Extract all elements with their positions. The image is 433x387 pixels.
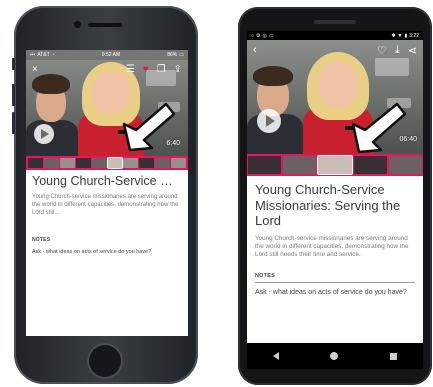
video-duration: 06:40 <box>399 136 417 143</box>
list-icon[interactable]: ☰ <box>126 64 135 75</box>
filmstrip-frame[interactable] <box>28 158 43 168</box>
android-screen: ○ ⚙ ◎ ▭ ✱ ▼ ▮ 3:22 ‹ ♡ ⤓ ⋖ 06:40 Young C… <box>247 31 423 369</box>
notification-icon: ⚙ <box>256 32 261 39</box>
note-text[interactable]: Ask - what ideas on acts of service do y… <box>255 288 415 297</box>
status-time: 9:52 AM <box>101 52 121 58</box>
pointer-arrow <box>351 102 407 154</box>
download-icon[interactable]: ⤓ <box>395 44 400 57</box>
android-video-toolbar: ‹ ♡ ⤓ ⋖ <box>247 42 423 58</box>
status-time: 3:22 <box>409 32 419 39</box>
earpiece-speaker <box>88 23 122 27</box>
home-button[interactable] <box>87 343 123 379</box>
copy-icon[interactable]: ❐ <box>157 64 166 75</box>
notes-heading: NOTES <box>32 237 51 244</box>
ios-video-details: Young Church-Service Missi... Young Chur… <box>26 174 188 257</box>
video-title: Young Church-Service Missi... <box>32 174 182 188</box>
android-filmstrip[interactable] <box>247 154 423 176</box>
play-button[interactable] <box>34 124 54 144</box>
share-icon[interactable]: ⇪ <box>174 64 182 75</box>
filmstrip-frame[interactable] <box>283 156 317 174</box>
battery-percent: 86% <box>167 52 178 58</box>
heart-icon[interactable]: ♥ <box>143 64 149 75</box>
android-status-bar: ○ ⚙ ◎ ▭ ✱ ▼ ▮ 3:22 <box>247 31 423 40</box>
back-icon[interactable]: ‹ <box>253 44 257 56</box>
filmstrip-frame-selected[interactable] <box>318 156 352 174</box>
battery-icon: ▭ <box>179 52 184 58</box>
filmstrip-frame[interactable] <box>123 158 139 168</box>
android-device: ○ ⚙ ◎ ▭ ✱ ▼ ▮ 3:22 ‹ ♡ ⤓ ⋖ 06:40 Young C… <box>238 7 432 385</box>
filmstrip-frame[interactable] <box>139 158 155 168</box>
volume-down-button <box>12 112 15 134</box>
filmstrip-frame[interactable] <box>248 156 282 174</box>
filmstrip-frame[interactable] <box>353 156 387 174</box>
android-nav-bar <box>247 343 423 369</box>
notification-icon: ◎ <box>262 32 267 39</box>
play-button[interactable] <box>257 109 281 133</box>
filmstrip-frame[interactable] <box>75 158 91 168</box>
earpiece-speaker <box>314 20 356 24</box>
share-icon[interactable]: ⋖ <box>408 44 417 57</box>
wifi-icon: ▼ <box>397 32 403 39</box>
video-description: Young Church-service missionaries are se… <box>255 234 409 259</box>
filmstrip-frame-selected[interactable] <box>107 158 123 168</box>
ios-video-toolbar: × ☰ ♥ ❐ ⇪ <box>26 62 188 76</box>
video-description: Young Church-service missionaries are se… <box>32 194 179 216</box>
filmstrip-frame[interactable] <box>59 158 75 168</box>
ring-switch <box>12 58 15 70</box>
nav-back-icon[interactable] <box>272 352 279 360</box>
video-duration: 6:40 <box>166 140 180 147</box>
bluetooth-icon: ✱ <box>391 32 396 39</box>
nav-home-icon[interactable] <box>330 352 339 360</box>
notes-heading: NOTES <box>255 273 415 284</box>
ios-video-player[interactable]: ▪▪▪ AT&T ◔ 9:52 AM 86% ▭ × ☰ ♥ ❐ ⇪ 6:40 <box>26 50 188 156</box>
nav-recents-icon[interactable] <box>390 352 398 360</box>
notification-icon: ○ <box>251 32 255 39</box>
video-title: Young Church-Service Missionaries: Servi… <box>255 182 401 229</box>
android-video-details: Young Church-Service Missionaries: Servi… <box>247 182 423 297</box>
filmstrip-frame[interactable] <box>388 156 423 174</box>
iphone-device: ▪▪▪ AT&T ◔ 9:52 AM 86% ▭ × ☰ ♥ ❐ ⇪ 6:40 … <box>12 6 198 384</box>
wifi-icon: ◔ <box>51 52 55 58</box>
filmstrip-frame[interactable] <box>91 158 107 168</box>
battery-icon: ▮ <box>404 32 408 39</box>
carrier-label: AT&T <box>37 52 50 58</box>
filmstrip-frame[interactable] <box>43 158 59 168</box>
filmstrip-frame[interactable] <box>171 158 187 168</box>
volume-up-button <box>12 84 15 106</box>
front-camera <box>74 21 81 28</box>
close-icon[interactable]: × <box>32 64 38 75</box>
filmstrip-frame[interactable] <box>155 158 171 168</box>
notification-icon: ▭ <box>268 32 274 39</box>
signal-icon: ▪▪▪ <box>30 52 36 58</box>
note-text[interactable]: Ask - what ideas on acts of service do y… <box>32 249 182 256</box>
heart-outline-icon[interactable]: ♡ <box>377 44 387 57</box>
ios-screen: ▪▪▪ AT&T ◔ 9:52 AM 86% ▭ × ☰ ♥ ❐ ⇪ 6:40 … <box>26 50 188 336</box>
ios-filmstrip[interactable] <box>26 156 188 170</box>
ios-status-bar: ▪▪▪ AT&T ◔ 9:52 AM 86% ▭ <box>26 50 188 60</box>
android-video-player[interactable]: ‹ ♡ ⤓ ⋖ 06:40 <box>247 40 423 154</box>
